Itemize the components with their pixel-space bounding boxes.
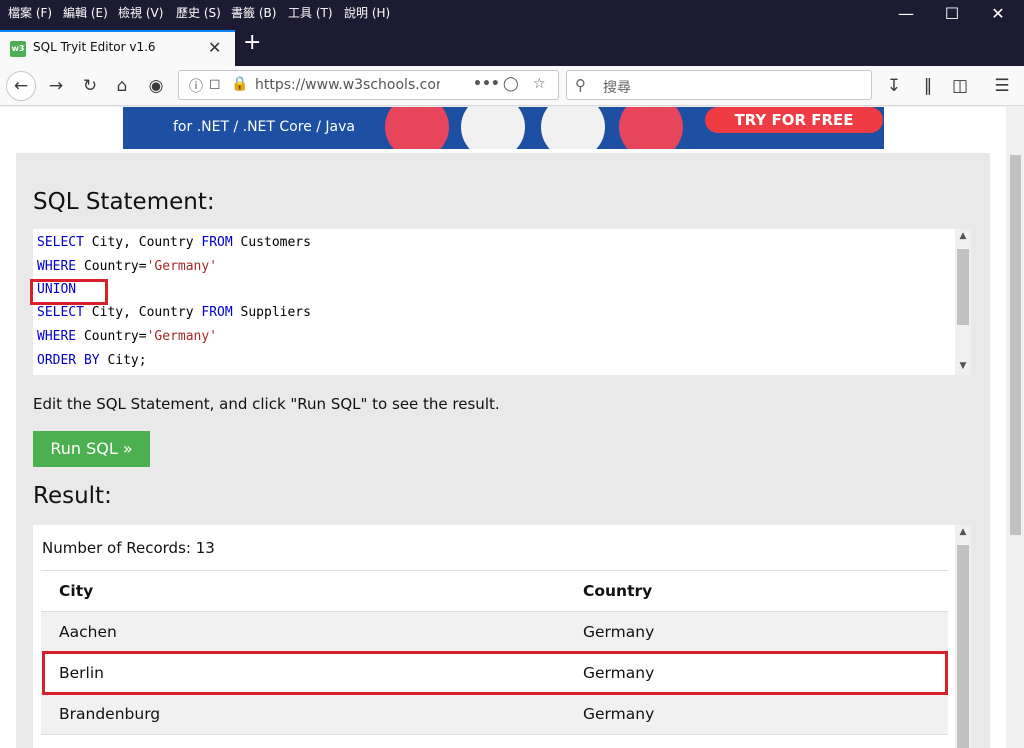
- code-line[interactable]: SELECT City, Country FROM Customers: [37, 235, 311, 250]
- navigation-bar: ← → ↻ ⌂ ◉ ⓘ ◻ 🔒 https://www.w3schools.co…: [0, 66, 1024, 106]
- result-scroll-thumb[interactable]: [957, 545, 969, 748]
- sql-keyword: ORDER BY: [37, 353, 100, 368]
- sql-text: City;: [99, 353, 147, 368]
- record-count: Number of Records: 13: [42, 539, 215, 557]
- menu-bookmarks[interactable]: 書籤 (B): [231, 4, 276, 21]
- union-highlight-box: [30, 279, 108, 305]
- sql-text: Country=: [76, 259, 147, 274]
- sql-keyword: FROM: [201, 305, 233, 320]
- minimize-button[interactable]: —: [886, 2, 926, 26]
- pocket-icon[interactable]: ◯: [503, 76, 519, 92]
- table-header-row: City Country: [41, 570, 948, 612]
- tab-close-icon[interactable]: ✕: [208, 38, 221, 57]
- info-icon[interactable]: ⓘ: [189, 76, 203, 96]
- account-icon[interactable]: ◉: [142, 72, 170, 100]
- bookmark-star-icon[interactable]: ☆: [533, 76, 546, 92]
- sql-editor[interactable]: SELECT City, Country FROM Customers WHER…: [33, 229, 971, 375]
- ad-image-icon: [619, 107, 683, 149]
- new-tab-icon[interactable]: +: [243, 30, 261, 56]
- w3schools-favicon-icon: w3: [10, 41, 26, 57]
- search-bar[interactable]: ⚲ 搜尋: [566, 70, 872, 100]
- sql-keyword: SELECT: [37, 235, 84, 250]
- reload-icon[interactable]: ↻: [76, 72, 104, 100]
- editor-scrollbar[interactable]: ▲ ▼: [955, 229, 971, 375]
- code-line[interactable]: SELECT City, Country FROM Suppliers: [37, 305, 311, 320]
- sql-text: City, Country: [83, 305, 202, 320]
- page-scroll-thumb[interactable]: [1010, 155, 1021, 535]
- code-line[interactable]: ORDER BY City;: [37, 353, 147, 368]
- scroll-up-icon[interactable]: ▲: [955, 231, 971, 241]
- code-line[interactable]: WHERE Country='Germany': [37, 259, 217, 274]
- maximize-button[interactable]: ☐: [932, 2, 972, 26]
- sql-keyword: SELECT: [37, 305, 84, 320]
- ad-image-icon: [541, 107, 605, 149]
- sql-text: Customers: [232, 235, 311, 250]
- scroll-up-icon[interactable]: ▲: [955, 527, 971, 537]
- country-cell: Germany: [583, 611, 948, 653]
- sql-text: Suppliers: [232, 305, 311, 320]
- menu-bar: 檔案 (F) 編輯 (E) 檢視 (V) 歷史 (S) 書籤 (B) 工具 (T…: [0, 0, 1024, 26]
- menu-edit[interactable]: 編輯 (E): [63, 4, 108, 21]
- code-line[interactable]: WHERE Country='Germany': [37, 329, 217, 344]
- tab-title: SQL Tryit Editor v1.6: [33, 40, 156, 54]
- page-scrollbar[interactable]: [1006, 107, 1024, 748]
- search-icon: ⚲: [575, 76, 586, 94]
- berlin-row-highlight-box: [42, 651, 948, 695]
- sql-keyword: WHERE: [37, 329, 77, 344]
- menu-view[interactable]: 檢視 (V): [118, 4, 163, 21]
- forward-arrow-icon[interactable]: →: [42, 72, 70, 100]
- city-cell: Aachen: [41, 611, 583, 653]
- library-icon[interactable]: ‖: [914, 72, 942, 100]
- sql-text: Country=: [76, 329, 147, 344]
- page-actions-icon[interactable]: •••: [473, 76, 500, 92]
- url-bar[interactable]: ⓘ ◻ 🔒 https://www.w3schools.com ••• ◯ ☆: [178, 70, 559, 100]
- ad-text: for .NET / .NET Core / Java: [173, 119, 355, 135]
- column-header-country: Country: [583, 570, 948, 612]
- result-scrollbar[interactable]: ▲: [955, 525, 971, 748]
- result-heading: Result:: [33, 483, 112, 509]
- sql-string: 'Germany': [146, 259, 218, 274]
- result-panel: Number of Records: 13 City Country Aache…: [33, 525, 971, 748]
- home-icon[interactable]: ⌂: [108, 72, 136, 100]
- table-row: Aachen Germany: [41, 611, 948, 653]
- tab-sql-tryit[interactable]: w3 SQL Tryit Editor v1.6 ✕: [0, 30, 235, 66]
- close-window-button[interactable]: ✕: [978, 2, 1018, 26]
- back-arrow-icon[interactable]: ←: [6, 71, 36, 101]
- menu-help[interactable]: 說明 (H): [344, 4, 390, 21]
- scroll-down-icon[interactable]: ▼: [955, 361, 971, 371]
- search-placeholder: 搜尋: [603, 80, 631, 96]
- ad-try-button[interactable]: TRY FOR FREE: [705, 107, 883, 133]
- tab-bar: w3 SQL Tryit Editor v1.6 ✕ +: [0, 26, 1024, 66]
- sidebar-icon[interactable]: ◫: [946, 72, 974, 100]
- menu-history[interactable]: 歷史 (S): [176, 4, 221, 21]
- menu-tools[interactable]: 工具 (T): [288, 4, 333, 21]
- ad-image-icon: [385, 107, 449, 149]
- run-sql-button[interactable]: Run SQL »: [33, 431, 150, 467]
- download-icon[interactable]: ↧: [880, 72, 908, 100]
- country-cell: Germany: [583, 693, 948, 735]
- sql-string: 'Germany': [146, 329, 218, 344]
- sql-keyword: FROM: [201, 235, 233, 250]
- advertisement-banner[interactable]: for .NET / .NET Core / Java TRY FOR FREE: [123, 107, 884, 149]
- table-row: Brandenburg Germany: [41, 693, 948, 735]
- editor-scroll-thumb[interactable]: [957, 249, 969, 325]
- menu-hamburger-icon[interactable]: ☰: [988, 72, 1016, 100]
- sql-statement-heading: SQL Statement:: [33, 189, 215, 215]
- permissions-icon[interactable]: ◻: [209, 76, 221, 92]
- menu-file[interactable]: 檔案 (F): [8, 4, 52, 21]
- url-text[interactable]: https://www.w3schools.com: [255, 77, 440, 93]
- instruction-text: Edit the SQL Statement, and click "Run S…: [33, 395, 500, 413]
- ad-image-icon: [461, 107, 525, 149]
- column-header-city: City: [41, 570, 583, 612]
- lock-icon[interactable]: 🔒: [231, 76, 248, 92]
- sql-keyword: WHERE: [37, 259, 77, 274]
- city-cell: Brandenburg: [41, 693, 583, 735]
- sql-text: City, Country: [83, 235, 202, 250]
